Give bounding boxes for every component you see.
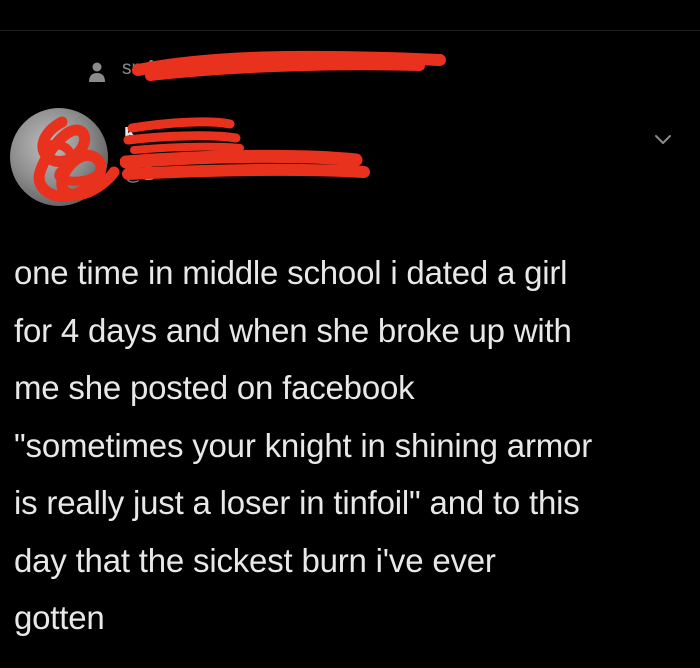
avatar[interactable] bbox=[10, 108, 108, 206]
tweet-text: one time in middle school i dated a girl… bbox=[14, 254, 592, 636]
social-context-text: sn follow bbox=[122, 58, 196, 79]
person-icon bbox=[89, 62, 105, 82]
user-handle[interactable]: @B bbox=[124, 164, 156, 186]
display-name[interactable]: K bbox=[124, 124, 138, 147]
top-divider bbox=[0, 30, 700, 31]
social-context[interactable]: sn follow bbox=[86, 56, 466, 86]
redaction-mark-name bbox=[120, 117, 370, 180]
chevron-down-icon[interactable] bbox=[652, 128, 674, 150]
